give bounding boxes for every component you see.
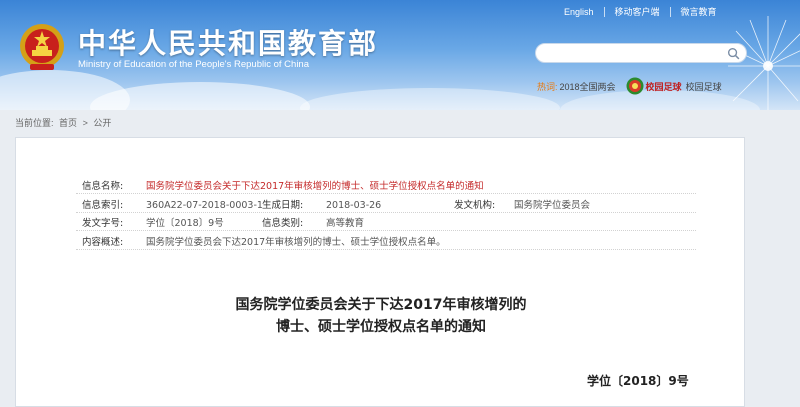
divider — [603, 6, 605, 17]
search-input[interactable] — [546, 46, 720, 62]
info-category-label: 信息类别: — [262, 218, 304, 229]
info-summary-label: 内容概述: — [82, 237, 124, 248]
mobile-client-link[interactable]: 移动客户端 — [615, 5, 660, 18]
breadcrumb-home[interactable]: 首页 — [59, 118, 77, 128]
hot-words: 热词: 2018全国两会 校园足球 校园足球 — [537, 77, 722, 95]
hot-label: 热词: — [537, 81, 558, 92]
info-index-label: 信息索引: — [82, 200, 124, 211]
info-doc-row: 发文字号: 学位〔2018〕9号 信息类别: 高等教育 — [82, 215, 364, 229]
search-icon[interactable] — [727, 47, 740, 60]
football-badge-icon[interactable] — [626, 77, 644, 95]
campus-football-link[interactable]: 校园足球 — [646, 80, 682, 93]
info-issuer-label: 发文机构: — [454, 200, 496, 211]
divider — [76, 230, 696, 231]
cloud-decoration — [90, 82, 310, 110]
divider — [76, 249, 696, 250]
info-issuer-value: 国务院学位委员会 — [514, 200, 591, 211]
search-box — [535, 43, 747, 63]
divider — [669, 6, 671, 17]
site-subtitle: Ministry of Education of the People's Re… — [78, 59, 309, 70]
weiyan-education-link[interactable]: 微言教育 — [681, 5, 717, 18]
english-link[interactable]: English — [564, 7, 594, 17]
breadcrumb-public[interactable]: 公开 — [93, 118, 111, 128]
info-category-value: 高等教育 — [326, 218, 365, 229]
info-date-label: 生成日期: — [262, 200, 304, 211]
breadcrumb: 当前位置: 首页 > 公开 — [15, 116, 114, 129]
site-header: 中华人民共和国教育部 Ministry of Education of the … — [0, 0, 800, 110]
article-title-line1: 国务院学位委员会关于下达2017年审核增列的 — [235, 297, 527, 313]
site-title[interactable]: 中华人民共和国教育部 — [78, 22, 378, 62]
info-doc-label: 发文字号: — [82, 218, 124, 229]
breadcrumb-separator: > — [82, 118, 88, 128]
content-panel: 信息名称: 国务院学位委员会关于下达2017年审核增列的博士、硕士学位授权点名单的… — [15, 137, 745, 407]
info-name-value: 国务院学位委员会关于下达2017年审核增列的博士、硕士学位授权点名单的通知 — [146, 181, 484, 192]
info-doc-value: 学位〔2018〕9号 — [146, 218, 224, 229]
divider — [76, 193, 696, 194]
national-emblem-icon — [20, 24, 64, 70]
cloud-decoration — [300, 88, 560, 110]
info-name-label: 信息名称: — [82, 181, 124, 192]
info-index-value: 360A22-07-2018-0003-1 — [146, 200, 263, 211]
document-number: 学位〔2018〕9号 — [587, 374, 689, 388]
divider — [76, 212, 696, 213]
info-date-value: 2018-03-26 — [326, 200, 382, 211]
article-title-line2: 博士、硕士学位授权点名单的通知 — [276, 319, 486, 335]
campus-football-text[interactable]: 校园足球 — [686, 80, 722, 93]
hot-item-lianghui[interactable]: 2018全国两会 — [560, 80, 616, 93]
info-summary-value: 国务院学位委员会下达2017年审核增列的博士、硕士学位授权点名单。 — [146, 237, 446, 248]
breadcrumb-label: 当前位置: — [15, 118, 54, 128]
info-name-row: 信息名称: 国务院学位委员会关于下达2017年审核增列的博士、硕士学位授权点名单的… — [82, 178, 484, 192]
info-index-row: 信息索引: 360A22-07-2018-0003-1生成日期: 2018-03-2… — [82, 197, 590, 211]
top-links: English 移动客户端 微言教育 — [564, 5, 717, 18]
info-summary-row: 内容概述: 国务院学位委员会下达2017年审核增列的博士、硕士学位授权点名单。 — [82, 234, 446, 248]
